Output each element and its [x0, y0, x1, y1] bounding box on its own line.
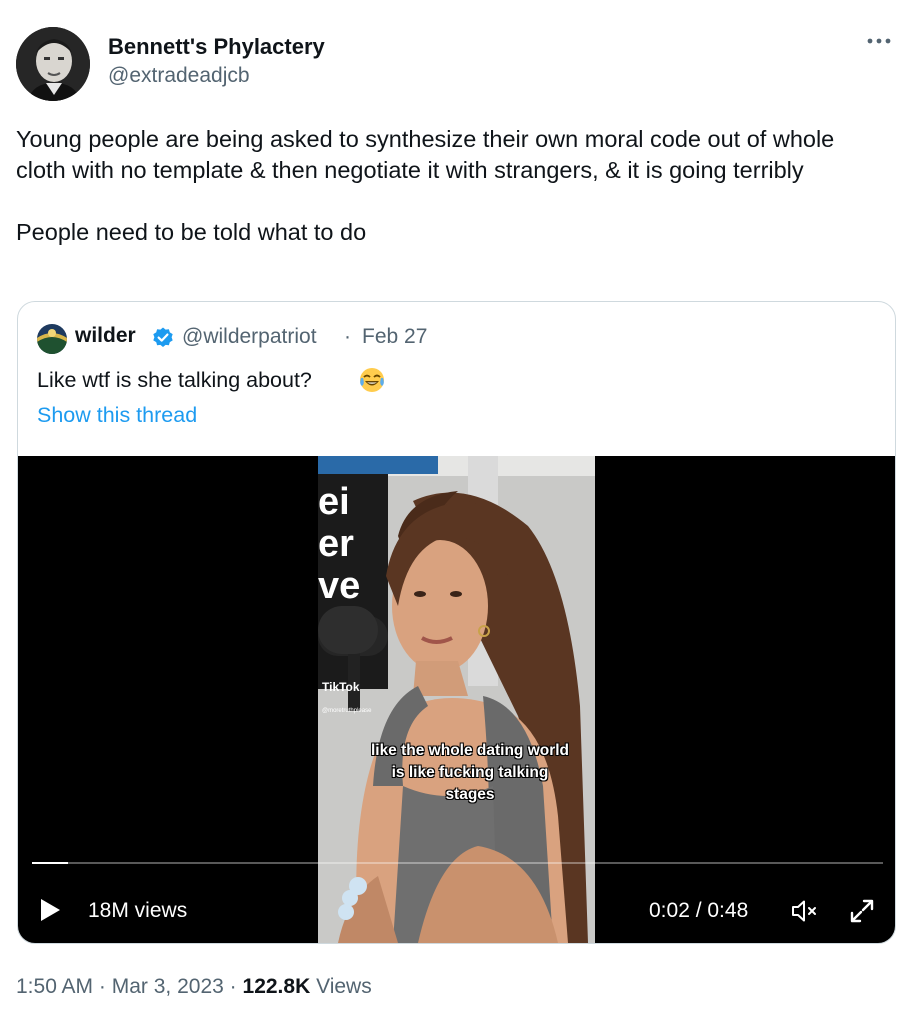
svg-text:ve: ve — [318, 565, 360, 607]
meta-separator: · — [98, 975, 106, 998]
video-caption: like the whole dating world is like fuck… — [370, 742, 570, 803]
tweet-meta: 1:50 AM · Mar 3, 2023 · 122.8K Views — [16, 975, 372, 999]
quoted-text: Like wtf is she talking about? — [37, 368, 312, 392]
quoted-date[interactable]: Feb 27 — [362, 325, 427, 349]
tiktok-watermark: TikTok — [322, 680, 360, 694]
quoted-avatar[interactable] — [37, 324, 67, 354]
mute-icon[interactable] — [790, 898, 820, 924]
svg-text:ei: ei — [318, 481, 350, 523]
fullscreen-icon[interactable] — [848, 897, 876, 925]
meta-separator: · — [229, 975, 237, 998]
video-progress-bar[interactable] — [32, 862, 883, 864]
svg-text:er: er — [318, 523, 354, 565]
video-player[interactable]: ei er ve TikTok @moretruthplease like th… — [18, 456, 895, 943]
tweet-text: Young people are being asked to synthesi… — [16, 124, 876, 248]
show-thread-link[interactable]: Show this thread — [37, 403, 197, 428]
quoted-tweet[interactable]: wilder @wilderpatriot · Feb 27 Like wtf … — [17, 301, 896, 944]
tweet-time[interactable]: 1:50 AM — [16, 975, 93, 998]
author-name[interactable]: Bennett's Phylactery — [108, 34, 325, 60]
video-frame: ei er ve TikTok @moretruthplease like th… — [318, 456, 595, 943]
views-label: Views — [316, 975, 372, 998]
video-progress-fill — [32, 862, 68, 864]
quoted-name[interactable]: wilder — [75, 324, 136, 348]
author-avatar[interactable] — [16, 27, 90, 101]
tweet-paragraph: People need to be told what to do — [16, 219, 367, 245]
more-options-icon[interactable] — [862, 26, 896, 56]
tweet-date[interactable]: Mar 3, 2023 — [112, 975, 224, 998]
quoted-handle[interactable]: @wilderpatriot — [182, 325, 317, 349]
tiktok-watermark-user: @moretruthplease — [322, 708, 372, 714]
author-handle[interactable]: @extradeadjcb — [108, 64, 250, 88]
verified-badge-icon — [151, 326, 175, 350]
video-time: 0:02 / 0:48 — [649, 899, 749, 922]
video-views: 18M views — [88, 899, 188, 922]
tweet-paragraph: Young people are being asked to synthesi… — [16, 126, 835, 183]
views-count: 122.8K — [242, 975, 311, 998]
play-icon[interactable] — [38, 898, 62, 922]
tweet: Bennett's Phylactery @extradeadjcb Young… — [0, 0, 920, 1023]
meta-separator: · — [344, 325, 351, 348]
laughing-emoji-icon — [358, 366, 386, 394]
